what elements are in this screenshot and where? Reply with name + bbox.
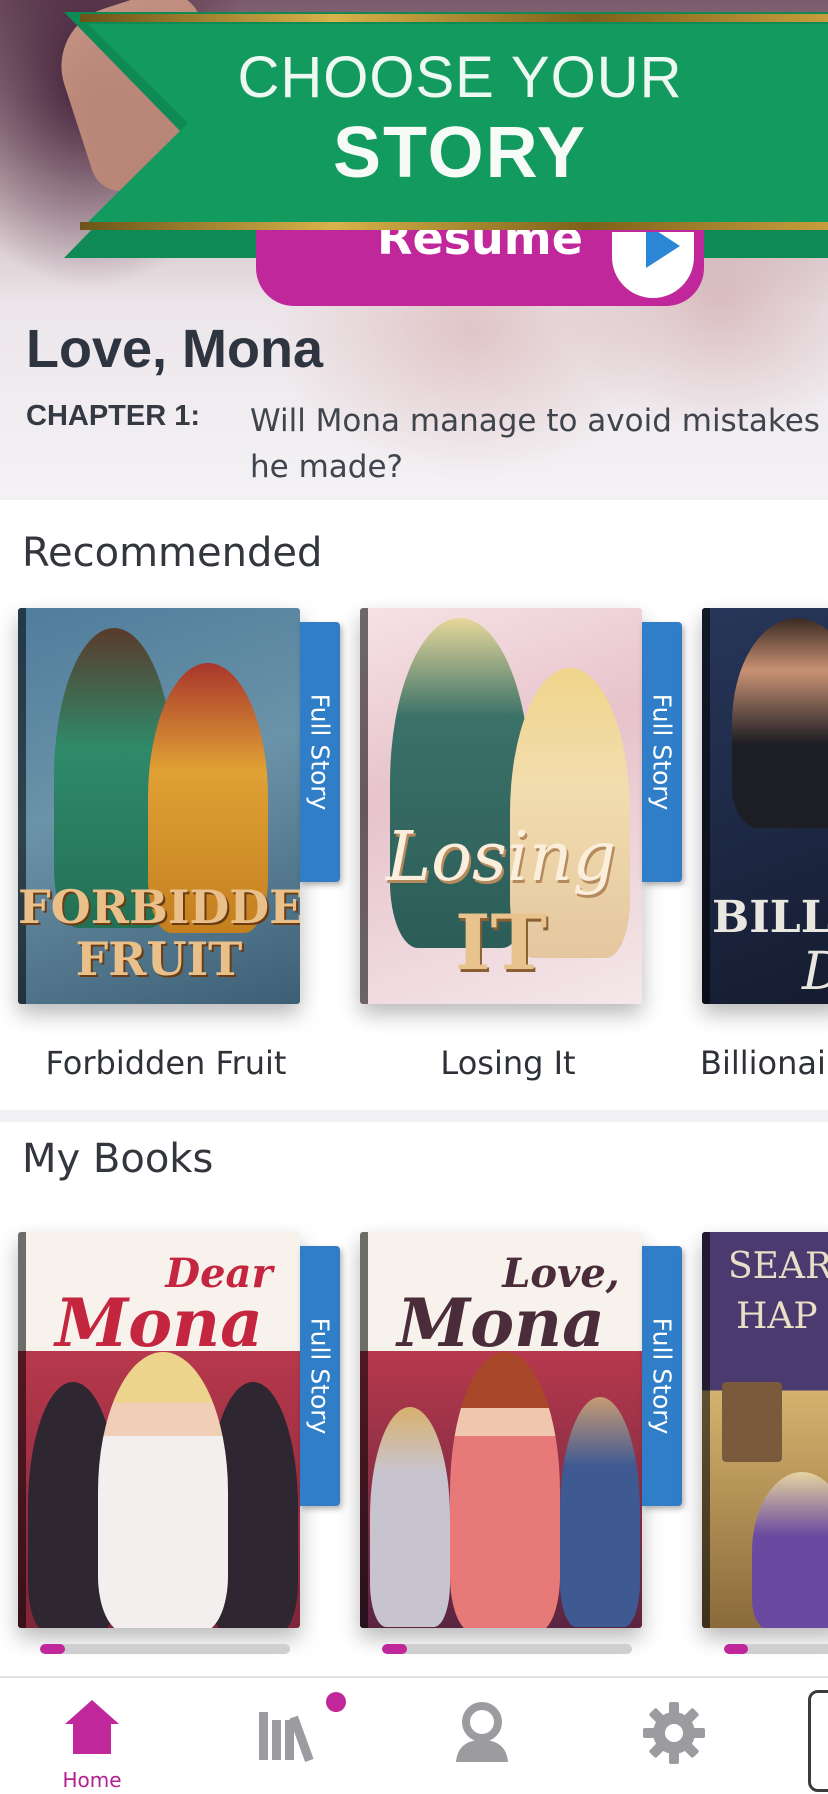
cover-art (560, 1397, 640, 1627)
full-story-badge: Full Story (642, 1246, 682, 1506)
cover-art (98, 1352, 228, 1628)
chapter-description: Will Mona manage to avoid mistakes he ma… (250, 403, 820, 485)
banner-gold-trim (80, 222, 828, 230)
banner-title-line1: CHOOSE YOUR (237, 45, 683, 110)
full-story-badge: Full Story (642, 622, 682, 882)
home-icon (65, 1700, 119, 1754)
book-cover-forbidden-fruit[interactable]: FORBIDDEN FRUIT (18, 608, 300, 1004)
book-title[interactable]: Losing It (358, 1044, 658, 1082)
nav-home[interactable]: Home (32, 1678, 152, 1794)
section-heading: Recommended (22, 530, 323, 576)
book-cover-dear-mona[interactable]: Dear Mona (18, 1232, 300, 1628)
cover-title: Losing (385, 818, 617, 897)
cover-subtitle: IT (454, 898, 548, 987)
cover-subtitle: Mona (55, 1284, 263, 1362)
banner-title-line2: STORY (332, 113, 588, 193)
cover-subtitle: D (802, 942, 828, 1002)
cover-subtitle: Mona (397, 1284, 605, 1362)
nav-label: Home (62, 1768, 122, 1792)
library-icon (259, 1712, 314, 1762)
book-title[interactable]: Forbidden Fruit (16, 1044, 316, 1082)
nav-library[interactable] (228, 1678, 348, 1794)
reading-progress (382, 1644, 632, 1654)
cover-title: BILLIO (712, 892, 828, 943)
book-title[interactable]: Billionair (700, 1044, 828, 1082)
reading-progress (724, 1644, 828, 1654)
story-title: Love, Mona (26, 319, 324, 379)
book-cover-losing-it[interactable]: Losing IT (360, 608, 642, 1004)
cover-art (722, 1382, 782, 1462)
nav-settings[interactable] (614, 1678, 734, 1794)
cover-title: FORBIDDEN (18, 880, 300, 934)
book-cover-billionaire[interactable]: BILLIO D (702, 608, 828, 1004)
book-cover-love-mona[interactable]: Love, Mona (360, 1232, 642, 1628)
cover-art (370, 1407, 450, 1627)
resume-label: Resume (377, 230, 583, 265)
banner-gold-trim (80, 14, 828, 22)
gear-icon (643, 1702, 705, 1764)
cover-art (752, 1472, 828, 1628)
cover-subtitle: HAP (736, 1296, 818, 1337)
reading-progress (40, 1644, 290, 1654)
cover-subtitle: FRUIT (75, 932, 243, 986)
recommended-section: Recommended FORBIDDEN FRUIT Full Story F… (0, 500, 828, 1110)
full-story-badge: Full Story (300, 1246, 340, 1506)
bottom-navigation: Home (0, 1676, 828, 1794)
nav-profile[interactable] (422, 1678, 542, 1794)
profile-icon (456, 1702, 508, 1762)
my-books-section: My Books Dear Mona Full Story Love, Mona… (0, 1122, 828, 1676)
full-story-badge: Full Story (300, 622, 340, 882)
cover-art (732, 618, 828, 828)
nav-overflow-edge (808, 1690, 828, 1792)
hero-section: CHOOSE YOUR STORY Resume Love, Mona CHAP… (0, 0, 828, 498)
book-cover-searching[interactable]: SEAR HAP (702, 1232, 828, 1628)
cover-art (450, 1352, 560, 1628)
section-heading: My Books (22, 1136, 214, 1182)
chapter-label: CHAPTER 1: (26, 400, 201, 432)
cover-title: SEAR (728, 1246, 828, 1287)
notification-dot (326, 1692, 346, 1712)
